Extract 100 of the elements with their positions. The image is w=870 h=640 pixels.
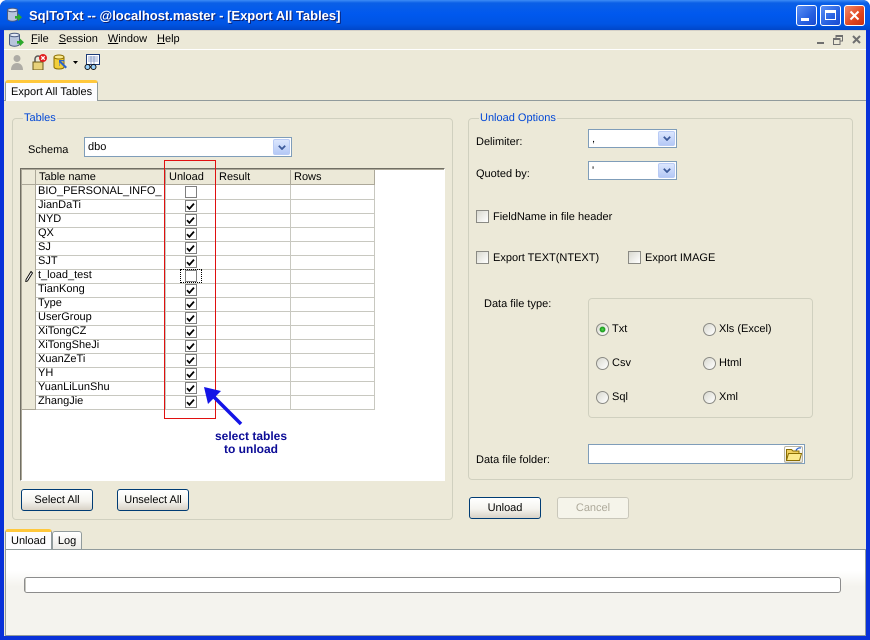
unselect-all-button[interactable]: Unselect All xyxy=(117,489,189,511)
checkbox[interactable] xyxy=(184,340,196,352)
minimize-icon xyxy=(801,18,809,20)
close-icon xyxy=(849,10,860,20)
radio-label: Csv xyxy=(612,357,631,369)
field-label: Quoted by: xyxy=(476,168,531,180)
checkbox[interactable] xyxy=(184,228,196,240)
column-header[interactable]: Rows xyxy=(291,170,375,185)
radio-label: Xls (Excel) xyxy=(719,323,772,335)
tab[interactable]: Unload xyxy=(5,529,52,549)
database-icon[interactable] xyxy=(53,54,69,70)
menu-item[interactable]: Help xyxy=(152,31,185,48)
unload-button[interactable]: Unload xyxy=(469,497,541,519)
table-cell: JianDaTi xyxy=(36,199,166,214)
checkbox[interactable] xyxy=(184,270,196,282)
database-icon xyxy=(8,32,24,48)
table-cell: NYD xyxy=(36,213,166,228)
tab[interactable]: Log xyxy=(52,531,82,549)
dropdown-button[interactable] xyxy=(658,131,675,146)
table-cell: YH xyxy=(36,367,166,382)
checkbox-label: Export IMAGE xyxy=(645,252,716,264)
table-cell: XiTongSheJi xyxy=(36,339,166,354)
folder-field[interactable] xyxy=(588,444,805,464)
chevron-down-icon xyxy=(662,136,670,141)
radio-label: Sql xyxy=(612,391,628,403)
checkbox[interactable] xyxy=(184,186,196,198)
checkbox[interactable] xyxy=(476,210,489,223)
browse-button[interactable] xyxy=(784,446,803,462)
tab[interactable]: Export All Tables xyxy=(5,80,98,101)
radio-button[interactable] xyxy=(596,390,609,404)
radio-button[interactable] xyxy=(703,356,716,370)
caret-icon[interactable] xyxy=(73,60,78,64)
radio-label: Html xyxy=(719,357,742,369)
checkbox[interactable] xyxy=(184,200,196,212)
padlock-icon[interactable] xyxy=(31,54,47,70)
dropdown-button[interactable] xyxy=(658,163,675,178)
column-header[interactable]: Result xyxy=(216,170,291,185)
radio-label: Xml xyxy=(719,391,738,403)
menu-item[interactable]: Session xyxy=(54,31,103,48)
minimize-button[interactable] xyxy=(796,4,817,26)
field-label: Delimiter: xyxy=(476,136,524,148)
menu-item[interactable]: Window xyxy=(102,31,152,48)
folder-icon xyxy=(786,447,802,461)
quote-dropdown[interactable]: ' xyxy=(588,161,677,180)
checkbox[interactable] xyxy=(184,326,196,338)
chevron-down-icon xyxy=(662,168,670,173)
group-title: Unload Options xyxy=(479,112,557,125)
checkbox[interactable] xyxy=(184,242,196,254)
window-title: SqlToTxt -- @localhost.master - [Export All Tables] xyxy=(29,8,340,22)
table-cell: QX xyxy=(36,227,166,242)
radio-button[interactable] xyxy=(596,356,609,370)
checkbox[interactable] xyxy=(184,256,196,268)
radio-button[interactable] xyxy=(703,390,716,404)
table-cell: SJT xyxy=(36,255,166,270)
table-cell: XiTongCZ xyxy=(36,325,166,340)
radio-label: Txt xyxy=(612,323,628,335)
dropdown-button[interactable] xyxy=(273,139,290,155)
database-icon xyxy=(6,7,22,23)
column-header[interactable]: Table name xyxy=(36,170,166,185)
table-cell: YuanLiLunShu xyxy=(36,381,166,396)
checkbox[interactable] xyxy=(476,251,489,264)
table-cell: ZhangJie xyxy=(36,395,166,410)
schema-dropdown[interactable]: dbo xyxy=(84,137,292,157)
restore-icon xyxy=(833,34,843,44)
chevron-down-icon xyxy=(278,144,286,150)
radio-button[interactable] xyxy=(596,322,609,336)
field-label: Data file type: xyxy=(483,298,552,310)
table-cell: t_load_test xyxy=(36,269,166,284)
checkbox-label: FieldName in file header xyxy=(493,210,612,222)
delimiter-dropdown[interactable]: , xyxy=(588,129,677,148)
monitor-icon[interactable] xyxy=(84,54,100,70)
checkbox[interactable] xyxy=(184,382,196,394)
pencil-icon xyxy=(24,270,32,282)
checkbox[interactable] xyxy=(184,354,196,366)
group-title: Tables xyxy=(23,112,57,125)
checkbox[interactable] xyxy=(184,396,196,408)
close-icon xyxy=(852,35,860,44)
checkbox[interactable] xyxy=(628,251,641,264)
annotation-text: select tables to unload xyxy=(214,430,288,456)
annotation-arrow xyxy=(203,386,243,426)
checkbox[interactable] xyxy=(184,298,196,310)
maximize-button[interactable] xyxy=(820,4,841,26)
table-cell: BIO_PERSONAL_INFO_ xyxy=(36,185,166,200)
radio-button[interactable] xyxy=(703,322,716,336)
checkbox[interactable] xyxy=(184,312,196,324)
table-cell: Type xyxy=(36,297,166,312)
checkbox[interactable] xyxy=(184,368,196,380)
minimize-icon xyxy=(816,42,824,44)
checkbox[interactable] xyxy=(184,214,196,226)
table-cell: UserGroup xyxy=(36,311,166,326)
menu-item[interactable]: File xyxy=(26,31,54,48)
maximize-icon xyxy=(825,10,836,20)
table-cell: SJ xyxy=(36,241,166,256)
table-cell: TianKong xyxy=(36,283,166,298)
close-button[interactable] xyxy=(844,4,865,26)
select-all-button[interactable]: Select All xyxy=(21,489,93,511)
field-label: Schema xyxy=(27,144,70,156)
checkbox-label: Export TEXT(NTEXT) xyxy=(493,252,600,264)
column-header[interactable]: Unload xyxy=(166,170,216,185)
checkbox[interactable] xyxy=(184,284,196,296)
